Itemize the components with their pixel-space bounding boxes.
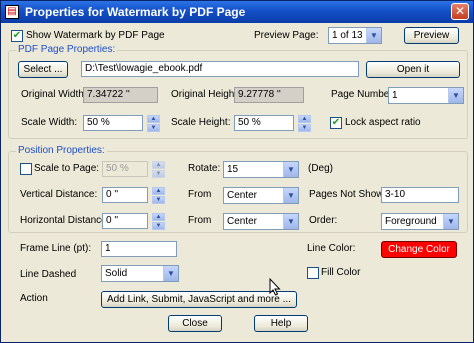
order-value: Foreground: [385, 216, 437, 227]
lock-aspect-checkbox[interactable]: ✔: [330, 117, 342, 129]
close-button[interactable]: Close: [168, 315, 222, 332]
spin-up-icon[interactable]: ▲: [152, 161, 165, 169]
page-number-select[interactable]: 1 ▼: [388, 87, 464, 104]
horizontal-from-value: Center: [227, 216, 258, 227]
page-number-value: 1: [392, 90, 398, 101]
scale-to-page-spinner[interactable]: ▲ ▼: [152, 161, 165, 178]
file-path-input[interactable]: D:\Test\lowagie_ebook.pdf: [81, 61, 359, 77]
add-action-button[interactable]: Add Link, Submit, JavaScript and more ..…: [101, 291, 297, 308]
mouse-cursor-icon: [269, 278, 281, 296]
scale-width-spinner[interactable]: ▲ ▼: [147, 115, 160, 132]
line-color-label: Line Color:: [307, 243, 356, 254]
line-dashed-select[interactable]: Solid ▼: [101, 265, 179, 282]
spin-up-icon[interactable]: ▲: [152, 187, 165, 195]
frame-line-label: Frame Line (pt):: [20, 243, 92, 254]
page-number-label: Page Number: [331, 89, 393, 100]
help-button[interactable]: Help: [254, 315, 308, 332]
fill-color-checkbox[interactable]: ✔: [307, 267, 319, 279]
original-height-field: 9.27778 '': [234, 87, 304, 103]
spin-up-icon[interactable]: ▲: [152, 213, 165, 221]
vertical-from-select[interactable]: Center ▼: [223, 187, 299, 204]
vertical-distance-input[interactable]: 0 '': [102, 187, 148, 203]
rotate-label: Rotate:: [188, 163, 221, 174]
scale-to-page-input[interactable]: 50 %: [102, 161, 148, 177]
close-window-button[interactable]: ✕: [451, 3, 469, 20]
action-label: Action: [20, 293, 48, 304]
chevron-down-icon: ▼: [283, 162, 298, 177]
close-icon: ✕: [454, 4, 466, 18]
scale-height-label: Scale Height:: [171, 117, 231, 128]
scale-height-spinner[interactable]: ▲ ▼: [298, 115, 311, 132]
scale-height-input[interactable]: 50 %: [234, 115, 294, 131]
show-watermark-checkbox[interactable]: ✔: [11, 30, 23, 42]
vertical-from-label: From: [188, 189, 212, 200]
spin-down-icon[interactable]: ▼: [147, 124, 160, 132]
preview-page-select[interactable]: 1 of 13 ▼: [328, 27, 382, 44]
open-file-button[interactable]: Open it: [366, 61, 460, 78]
order-label: Order:: [309, 215, 338, 226]
vertical-from-value: Center: [227, 190, 258, 201]
pdf-app-icon: ▤: [5, 5, 19, 19]
chevron-down-icon: ▼: [163, 266, 178, 281]
order-select[interactable]: Foreground ▼: [381, 213, 459, 230]
rotate-select[interactable]: 15 ▼: [223, 161, 299, 178]
fill-color-label: Fill Color: [321, 267, 361, 278]
spin-down-icon[interactable]: ▼: [152, 196, 165, 204]
title-bar[interactable]: ▤ Properties for Watermark by PDF Page ✕: [1, 1, 473, 23]
spin-down-icon[interactable]: ▼: [152, 222, 165, 230]
spin-down-icon[interactable]: ▼: [298, 124, 311, 132]
line-dashed-label: Line Dashed: [20, 269, 77, 280]
spin-down-icon[interactable]: ▼: [152, 170, 165, 178]
chevron-down-icon: ▼: [283, 214, 298, 229]
chevron-down-icon: ▼: [448, 88, 463, 103]
chevron-down-icon: ▼: [283, 188, 298, 203]
horizontal-from-select[interactable]: Center ▼: [223, 213, 299, 230]
pdf-page-properties-title: PDF Page Properties:: [16, 44, 118, 56]
preview-page-value: 1 of 13: [332, 30, 363, 41]
scale-to-page-checkbox[interactable]: ✔: [20, 163, 32, 175]
scale-width-input[interactable]: 50 %: [83, 115, 143, 131]
frame-line-input[interactable]: 1: [101, 241, 177, 257]
horizontal-distance-label: Horizontal Distance:: [20, 215, 110, 226]
original-width-label: Original Width:: [21, 89, 87, 100]
scale-to-page-label: Scale to Page:: [34, 163, 100, 174]
scale-width-label: Scale Width:: [21, 117, 78, 128]
select-file-button[interactable]: Select ...: [18, 61, 68, 78]
original-height-label: Original Height:: [171, 89, 240, 100]
rotate-unit-label: (Deg): [308, 163, 334, 174]
show-watermark-label: Show Watermark by PDF Page: [26, 30, 165, 41]
spin-up-icon[interactable]: ▲: [147, 115, 160, 123]
horizontal-distance-input[interactable]: 0 '': [102, 213, 148, 229]
spin-up-icon[interactable]: ▲: [298, 115, 311, 123]
vertical-distance-label: Vertical Distance:: [20, 189, 98, 200]
original-width-field: 7.34722 '': [83, 87, 158, 103]
chevron-down-icon: ▼: [443, 214, 458, 229]
preview-page-label: Preview Page:: [254, 30, 319, 41]
change-color-button[interactable]: Change Color: [381, 241, 457, 258]
rotate-value: 15: [227, 164, 239, 175]
pages-not-shown-input[interactable]: 3-10: [381, 187, 459, 203]
properties-dialog: ▤ Properties for Watermark by PDF Page ✕…: [0, 0, 474, 343]
vertical-distance-spinner[interactable]: ▲ ▼: [152, 187, 165, 204]
window-title: Properties for Watermark by PDF Page: [25, 5, 246, 19]
lock-aspect-label: Lock aspect ratio: [345, 117, 421, 128]
horizontal-from-label: From: [188, 215, 212, 226]
position-properties-title: Position Properties:: [16, 145, 107, 157]
horizontal-distance-spinner[interactable]: ▲ ▼: [152, 213, 165, 230]
line-dashed-value: Solid: [105, 268, 128, 279]
pages-not-shown-label: Pages Not Shown:: [309, 189, 392, 200]
preview-button[interactable]: Preview: [404, 27, 459, 44]
chevron-down-icon: ▼: [366, 28, 381, 43]
